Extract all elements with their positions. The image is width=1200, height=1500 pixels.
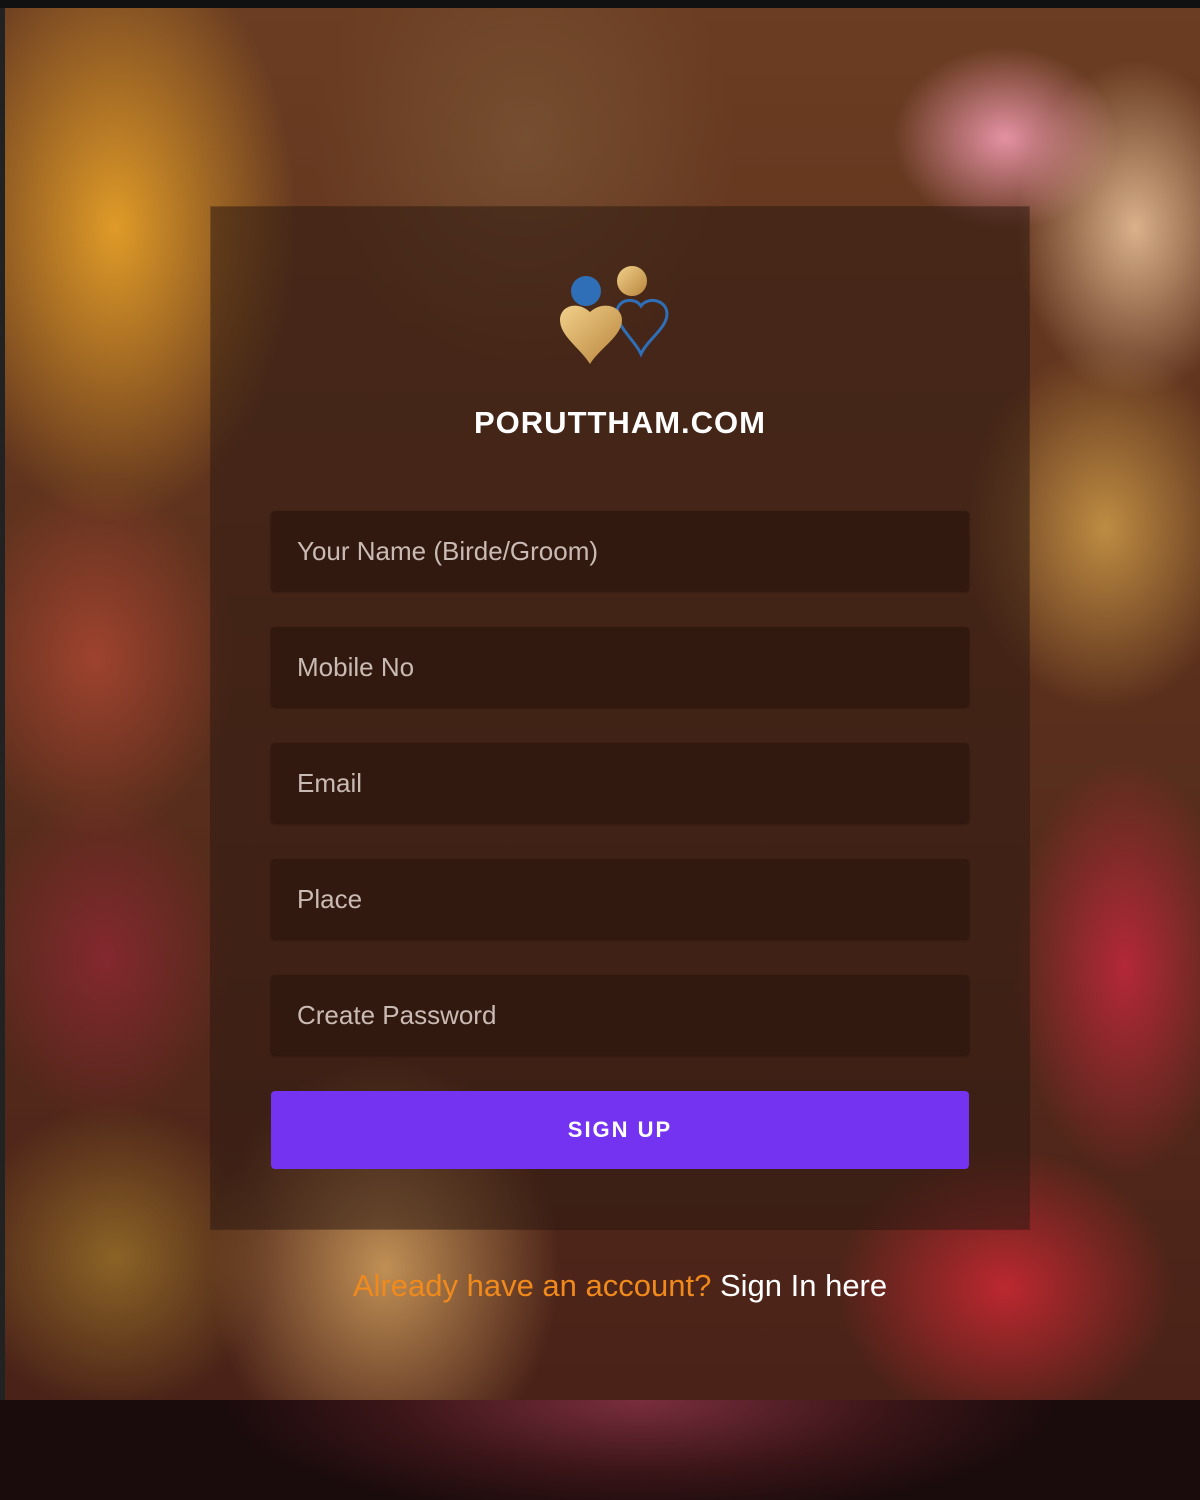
signin-question: Already have an account? [352,1268,712,1303]
name-input[interactable] [271,511,969,591]
bottom-band [0,1400,1200,1500]
mobile-input[interactable] [271,627,969,707]
signup-page: PORUTTHAM.COM SIGN UP Already have an ac… [0,0,1200,1500]
hearts-logo-icon [560,266,669,364]
left-edge [0,8,5,1400]
password-input[interactable] [271,975,969,1055]
signup-button[interactable]: SIGN UP [271,1091,969,1169]
email-input[interactable] [271,743,969,823]
signin-link[interactable]: Sign In here [720,1268,887,1303]
place-input[interactable] [271,859,969,939]
password-field [271,975,969,1055]
name-field [271,511,969,591]
email-field [271,743,969,823]
mobile-field [271,627,969,707]
brand-title: PORUTTHAM.COM [474,405,766,440]
signin-row: Already have an account? Sign In here [211,1268,1029,1304]
place-field [271,859,969,939]
top-bar [0,0,1200,8]
